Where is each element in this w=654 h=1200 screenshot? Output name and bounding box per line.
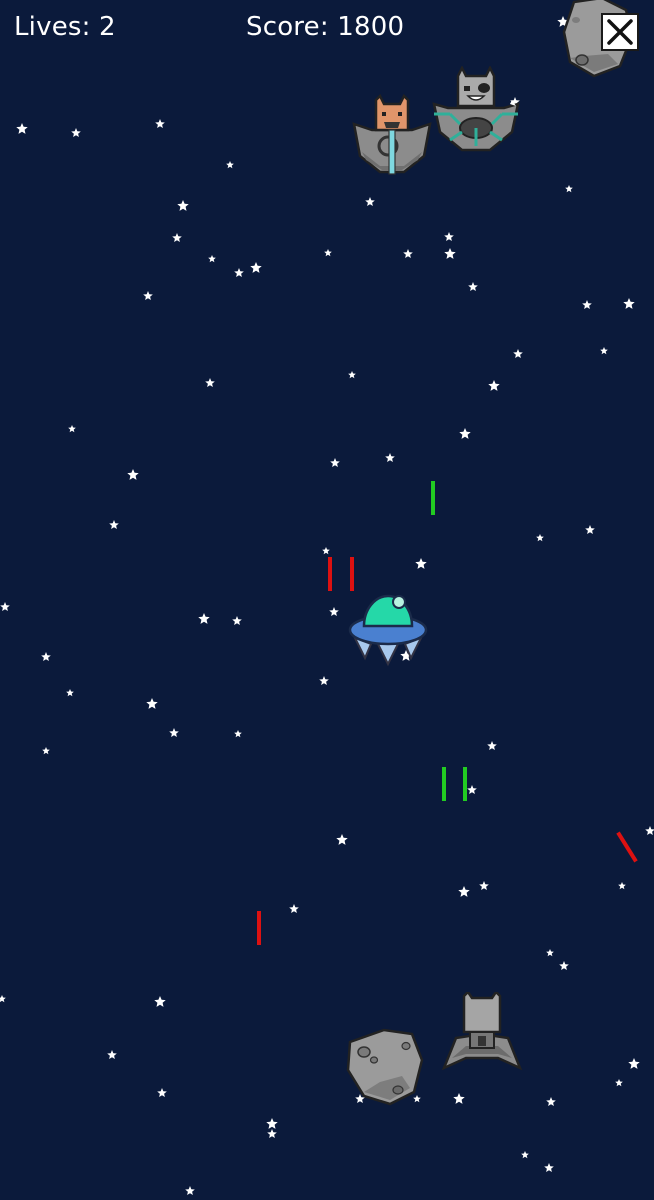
star-icon <box>322 547 330 555</box>
star-icon <box>645 826 654 835</box>
star-icon <box>546 949 554 957</box>
star-icon <box>172 233 182 242</box>
star-icon <box>41 652 51 661</box>
game-canvas[interactable]: Lives: 2 Score: 1800 <box>0 0 654 1200</box>
star-icon <box>66 689 74 697</box>
star-icon <box>169 728 179 737</box>
star-icon <box>487 741 497 750</box>
enemy-laser <box>257 911 261 945</box>
lives-counter: Lives: 2 <box>14 12 116 42</box>
ufo-player-icon <box>348 594 428 667</box>
player-laser <box>463 767 467 801</box>
star-icon <box>185 1186 195 1195</box>
star-icon <box>385 453 395 462</box>
star-icon <box>68 425 76 433</box>
star-icon <box>582 300 592 309</box>
star-icon <box>600 347 608 355</box>
star-icon <box>0 995 6 1003</box>
star-icon <box>336 834 348 845</box>
star-icon <box>71 128 81 137</box>
star-icon <box>267 1129 277 1138</box>
star-icon <box>458 886 470 897</box>
star-icon <box>348 371 356 379</box>
star-icon <box>146 698 158 709</box>
star-icon <box>559 961 569 970</box>
star-icon <box>513 349 523 358</box>
star-icon <box>0 602 10 611</box>
close-button[interactable] <box>601 13 639 51</box>
star-icon <box>453 1093 465 1104</box>
star-icon <box>16 123 28 134</box>
star-icon <box>544 1163 554 1172</box>
star-icon <box>289 904 299 913</box>
enemy-ship-icon <box>352 94 432 175</box>
star-icon <box>479 881 489 890</box>
star-icon <box>536 534 544 542</box>
star-icon <box>546 1097 556 1106</box>
star-icon <box>154 996 166 1007</box>
star-icon <box>415 558 427 569</box>
star-icon <box>403 249 413 258</box>
star-icon <box>198 613 210 624</box>
star-icon <box>177 200 189 211</box>
star-icon <box>615 1079 623 1087</box>
close-icon <box>607 19 633 45</box>
starfield <box>0 16 654 1195</box>
star-icon <box>330 458 340 467</box>
player-laser <box>442 767 446 801</box>
enemy-ship-icon <box>432 66 520 152</box>
star-icon <box>208 255 216 263</box>
star-icon <box>521 1151 529 1159</box>
star-icon <box>365 197 375 206</box>
enemy-laser <box>350 557 354 591</box>
star-icon <box>319 676 329 685</box>
star-icon <box>266 1118 278 1129</box>
star-icon <box>234 268 244 277</box>
player-laser <box>431 481 435 515</box>
score-counter: Score: 1800 <box>246 12 405 42</box>
star-icon <box>234 730 242 738</box>
star-icon <box>324 249 332 257</box>
enemy-laser <box>328 557 332 591</box>
star-icon <box>628 1058 640 1069</box>
star-icon <box>459 428 471 439</box>
asteroid-icon <box>346 1028 424 1106</box>
star-icon <box>109 520 119 529</box>
star-icon <box>205 378 215 387</box>
star-icon <box>232 616 242 625</box>
star-icon <box>468 282 478 291</box>
star-icon <box>467 785 477 794</box>
star-icon <box>623 298 635 309</box>
star-icon <box>127 469 139 480</box>
star-icon <box>444 248 456 259</box>
star-icon <box>618 882 626 890</box>
star-icon <box>565 185 573 193</box>
star-icon <box>143 291 153 300</box>
star-icon <box>444 232 454 241</box>
star-icon <box>107 1050 117 1059</box>
enemy-ship-icon <box>442 992 523 1071</box>
star-icon <box>250 262 262 273</box>
star-icon <box>155 119 165 128</box>
star-icon <box>585 525 595 534</box>
star-icon <box>157 1088 167 1097</box>
star-icon <box>329 607 339 616</box>
star-icon <box>42 747 50 755</box>
star-icon <box>488 380 500 391</box>
star-icon <box>226 161 234 169</box>
